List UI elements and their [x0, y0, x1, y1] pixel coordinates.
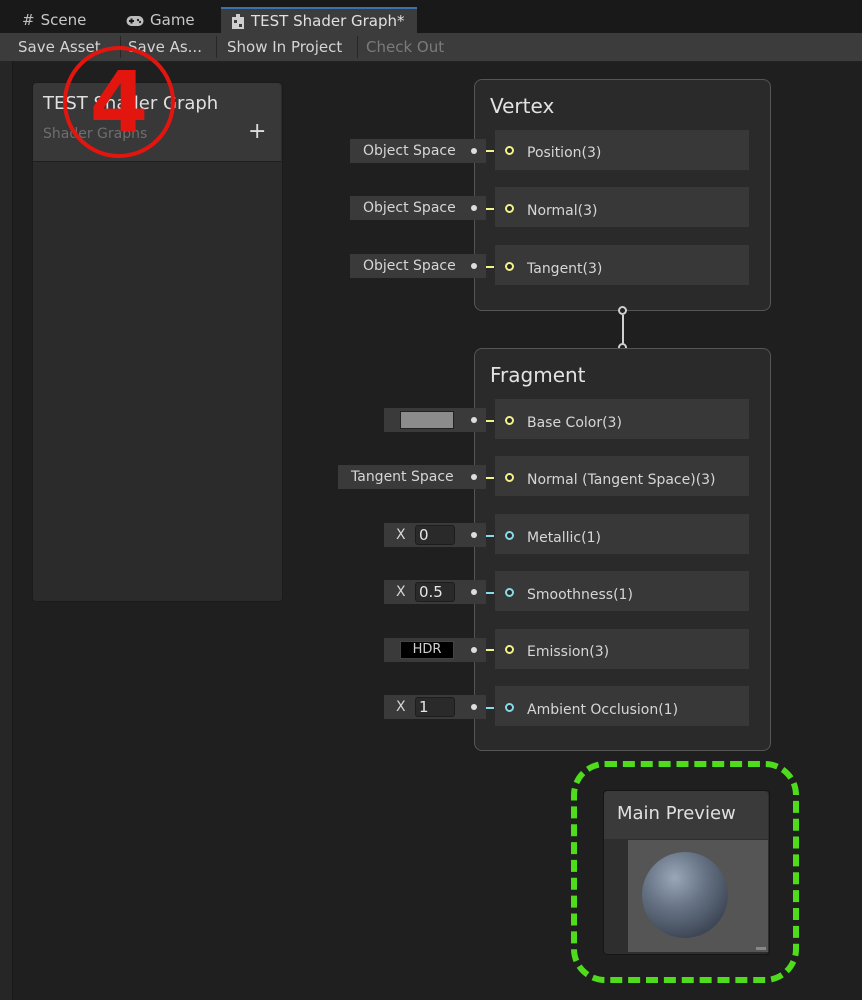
base-color-block-label: Base Color(3)	[527, 415, 622, 431]
emission-hdr-swatch[interactable]: HDR	[400, 641, 454, 659]
emission-input-port[interactable]	[505, 645, 514, 654]
preview-sphere	[642, 852, 728, 938]
ambient-occlusion-field[interactable]: X 1	[384, 695, 486, 719]
tangent-space-label: Object Space	[363, 258, 456, 274]
main-preview-title: Main Preview	[617, 803, 736, 824]
port-dot	[471, 205, 477, 211]
normal-space-field[interactable]: Object Space	[350, 196, 486, 220]
toolbar-divider	[357, 36, 358, 58]
smoothness-axis-label: X	[396, 584, 406, 600]
fragment-context-title: Fragment	[490, 363, 586, 387]
port-dot	[471, 263, 477, 269]
port-dot	[471, 532, 477, 538]
smoothness-input-port[interactable]	[505, 588, 514, 597]
ambient-occlusion-axis-label: X	[396, 699, 406, 715]
metallic-input-port[interactable]	[505, 531, 514, 540]
emission-field[interactable]: HDR	[384, 638, 486, 662]
port-dot	[471, 704, 477, 710]
port-dot	[471, 589, 477, 595]
resize-handle[interactable]	[756, 947, 766, 950]
normal-tangent-space-field[interactable]: Tangent Space	[338, 465, 486, 489]
tab-scene-label: Scene	[40, 11, 87, 29]
normal-tangent-space-block-label: Normal (Tangent Space)(3)	[527, 472, 716, 488]
tab-game-label: Game	[150, 11, 195, 29]
add-property-button[interactable]: +	[248, 119, 266, 144]
smoothness-field[interactable]: X 0.5	[384, 580, 486, 604]
normal-tangent-space-label: Tangent Space	[351, 469, 454, 485]
normal-block-label: Normal(3)	[527, 203, 598, 219]
tab-game[interactable]: Game	[126, 8, 195, 33]
normal-space-label: Object Space	[363, 200, 456, 216]
port-dot	[471, 148, 477, 154]
position-space-field[interactable]: Object Space	[350, 139, 486, 163]
tab-test-shader-graph-label: TEST Shader Graph*	[251, 12, 405, 30]
tab-scene[interactable]: # Scene	[22, 8, 86, 33]
normal-input-port[interactable]	[505, 204, 514, 213]
tangent-space-field[interactable]: Object Space	[350, 254, 486, 278]
position-space-label: Object Space	[363, 143, 456, 159]
ambient-occlusion-value-input[interactable]: 1	[415, 697, 455, 717]
tab-test-shader-graph[interactable]: TEST Shader Graph*	[221, 7, 417, 35]
toolbar-divider	[216, 36, 217, 58]
ambient-occlusion-block-label: Ambient Occlusion(1)	[527, 702, 679, 718]
gamepad-icon	[126, 8, 144, 33]
smoothness-block-label: Smoothness(1)	[527, 587, 633, 603]
base-color-swatch[interactable]	[400, 411, 454, 429]
port-dot	[471, 474, 477, 480]
position-block-label: Position(3)	[527, 145, 602, 161]
metallic-value-input[interactable]: 0	[415, 525, 455, 545]
check-out-button[interactable]: Check Out	[362, 33, 448, 61]
metallic-axis-label: X	[396, 527, 406, 543]
emission-block-label: Emission(3)	[527, 644, 610, 660]
smoothness-value-input[interactable]: 0.5	[415, 582, 455, 602]
port-dot	[471, 647, 477, 653]
metallic-block-label: Metallic(1)	[527, 530, 601, 546]
tangent-input-port[interactable]	[505, 262, 514, 271]
grid-hash-icon: #	[22, 11, 35, 29]
position-input-port[interactable]	[505, 146, 514, 155]
base-color-input-port[interactable]	[505, 416, 514, 425]
normal-tangent-space-input-port[interactable]	[505, 473, 514, 482]
ambient-occlusion-input-port[interactable]	[505, 703, 514, 712]
metallic-field[interactable]: X 0	[384, 523, 486, 547]
show-in-project-button[interactable]: Show In Project	[223, 33, 346, 61]
base-color-field[interactable]	[384, 408, 486, 432]
vertex-output-port[interactable]	[618, 306, 627, 315]
step-number-annotation: 4	[63, 46, 175, 158]
left-panel-edge	[0, 61, 13, 1000]
port-dot	[471, 417, 477, 423]
vertex-context-title: Vertex	[490, 94, 555, 118]
shader-graph-icon	[231, 9, 245, 34]
tangent-block-label: Tangent(3)	[527, 261, 603, 277]
